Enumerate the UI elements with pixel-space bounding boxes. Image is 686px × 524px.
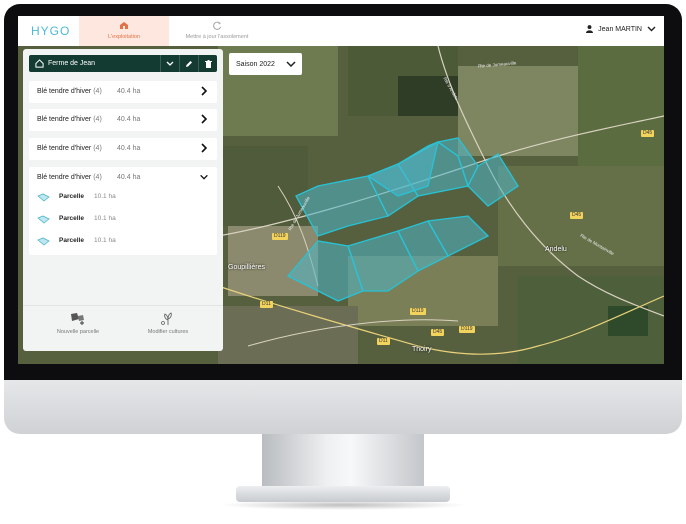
user-menu[interactable]: Jean MARTIN (586, 25, 656, 33)
plot-item[interactable]: Parcelle 10.1 ha (37, 213, 207, 227)
farm-icon (79, 21, 169, 32)
crop-area: 40.4 ha (117, 174, 141, 181)
season-value: Saison 2022 (236, 60, 275, 68)
plot-icon (37, 215, 50, 224)
crop-row[interactable]: Blé tendre d'hiver (4) 40.4 ha (29, 109, 217, 131)
edit-farm-button[interactable] (179, 55, 198, 72)
chevron-right-icon (201, 114, 208, 124)
crop-count: (4) (93, 145, 102, 152)
edit-crops-label: Modifier cultures (147, 329, 189, 335)
user-icon (586, 25, 594, 33)
plot-name: Parcelle (59, 237, 84, 244)
crop-row-expanded[interactable]: Blé tendre d'hiver (4) 40.4 ha Parcelle … (29, 167, 217, 255)
plot-area: 10.1 ha (94, 237, 116, 244)
crop-count: (4) (93, 116, 102, 123)
farm-selector[interactable]: Ferme de Jean (29, 55, 217, 72)
new-plot-button[interactable]: Nouvelle parcelle (33, 312, 123, 335)
tab-update-rotation[interactable]: Mettre à jour l'assolement (169, 16, 265, 46)
user-name: Jean MARTIN (598, 25, 642, 33)
season-select[interactable]: Saison 2022 (229, 53, 302, 75)
edit-crops-button[interactable]: Modifier cultures (123, 312, 213, 335)
farm-icon (35, 59, 44, 68)
satellite-map[interactable]: Goupillières Andelu Thoiry D119 D11 D119… (18, 46, 664, 364)
tab-exploitation[interactable]: L'exploitation (79, 16, 169, 46)
crop-name: Blé tendre d'hiver (37, 116, 92, 123)
monitor-chin (4, 380, 682, 434)
road-label: D11 (377, 338, 390, 345)
farm-dropdown-button[interactable] (160, 55, 179, 72)
crop-area: 40.4 ha (117, 88, 141, 95)
road-label: D11 (260, 301, 273, 308)
road-label: D45 (431, 329, 445, 336)
add-plot-icon (71, 313, 84, 325)
crop-area: 40.4 ha (117, 116, 141, 123)
farm-name: Ferme de Jean (48, 60, 96, 67)
chevron-down-icon (200, 174, 208, 180)
plot-name: Parcelle (59, 193, 84, 200)
delete-farm-button[interactable] (198, 55, 217, 72)
crop-row[interactable]: Blé tendre d'hiver (4) 40.4 ha (29, 81, 217, 103)
refresh-icon (169, 21, 265, 32)
chevron-down-icon (166, 61, 174, 66)
road-label: D119 (459, 326, 475, 333)
edit-crops-icon (161, 312, 172, 325)
crop-name: Blé tendre d'hiver (37, 174, 92, 181)
monitor-stand-neck (262, 434, 424, 492)
tab-label: L'exploitation (108, 34, 140, 40)
town-label: Andelu (545, 246, 567, 253)
plot-name: Parcelle (59, 215, 84, 222)
pencil-icon (186, 60, 192, 67)
app-screen: HYGO L'exploitation Mettre à jour l'asso… (18, 16, 664, 364)
trash-icon (204, 59, 212, 68)
plot-item[interactable]: Parcelle 10.1 ha (37, 191, 207, 205)
panel-actions: Nouvelle parcelle Modifier cultures (23, 305, 223, 352)
chevron-down-icon (286, 61, 296, 67)
crop-label: Blé tendre d'hiver (4) (37, 88, 102, 95)
crop-name: Blé tendre d'hiver (37, 145, 92, 152)
plot-area: 10.1 ha (94, 193, 116, 200)
road-label: D119 (272, 233, 288, 240)
chevron-right-icon (201, 143, 208, 153)
road-label: D45 (641, 130, 655, 137)
plot-item[interactable]: Parcelle 10.1 ha (37, 235, 207, 249)
tab-label: Mettre à jour l'assolement (185, 34, 249, 40)
hygo-logo[interactable]: HYGO (31, 24, 70, 38)
monitor-stand-foot (236, 486, 450, 502)
crop-label: Blé tendre d'hiver (4) (37, 116, 102, 123)
crop-count: (4) (93, 174, 102, 181)
crop-count: (4) (93, 88, 102, 95)
crop-row[interactable]: Blé tendre d'hiver (4) 40.4 ha (29, 138, 217, 160)
plot-area: 10.1 ha (94, 215, 116, 222)
crop-label: Blé tendre d'hiver (4) (37, 174, 102, 181)
town-label: Thoiry (412, 346, 432, 353)
chevron-right-icon (201, 86, 208, 96)
top-bar: HYGO L'exploitation Mettre à jour l'asso… (18, 16, 664, 47)
plot-icon (37, 237, 50, 246)
crop-area: 40.4 ha (117, 145, 141, 152)
new-plot-label: Nouvelle parcelle (56, 329, 100, 335)
road-label: D119 (410, 308, 426, 315)
crop-name: Blé tendre d'hiver (37, 88, 92, 95)
chevron-down-icon (647, 26, 656, 32)
farm-panel: Ferme de Jean Blé tendre d'hiver (4) 40.… (23, 49, 223, 351)
plot-icon (37, 193, 50, 202)
town-label: Goupillières (228, 264, 265, 271)
crop-label: Blé tendre d'hiver (4) (37, 145, 102, 152)
road-label: D45 (570, 212, 584, 219)
